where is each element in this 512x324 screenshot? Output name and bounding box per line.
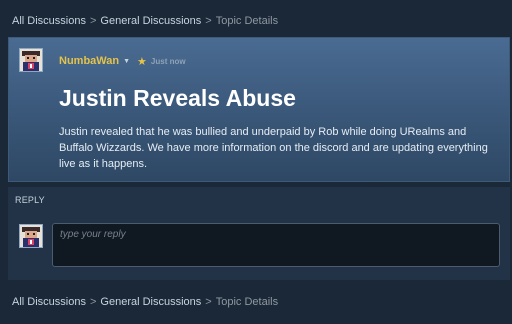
breadcrumb-topic-details: Topic Details — [215, 296, 279, 308]
reply-section: REPLY — [8, 187, 510, 280]
author-row: NumbaWan ▼ ★ Just now — [59, 54, 186, 68]
topic-panel: NumbaWan ▼ ★ Just now Justin Reveals Abu… — [8, 37, 510, 182]
user-avatar — [19, 224, 43, 248]
avatar-image — [20, 49, 42, 71]
breadcrumb-general-discussions[interactable]: General Discussions — [100, 15, 201, 27]
breadcrumb-general-discussions[interactable]: General Discussions — [100, 296, 201, 308]
breadcrumb-bottom: All Discussions > General Discussions > Topi… — [12, 296, 278, 308]
star-icon: ★ — [137, 55, 147, 68]
reply-input[interactable] — [52, 223, 500, 267]
breadcrumb-separator: > — [89, 15, 97, 27]
breadcrumb-separator: > — [205, 296, 212, 308]
breadcrumb-topic-details: Topic Details — [215, 15, 279, 27]
avatar-image — [20, 225, 42, 247]
chevron-down-icon[interactable]: ▼ — [123, 58, 130, 65]
topic-title: Justin Reveals Abuse — [59, 85, 296, 111]
author-name[interactable]: NumbaWan — [59, 55, 119, 67]
breadcrumb-all-discussions[interactable]: All Discussions — [12, 15, 86, 27]
breadcrumb-separator: > — [89, 296, 97, 308]
post-timestamp: Just now — [150, 56, 186, 66]
breadcrumb: All Discussions > General Discussions > Topi… — [12, 15, 278, 27]
topic-body: Justin revealed that he was bullied and … — [59, 126, 488, 170]
breadcrumb-separator: > — [205, 15, 212, 27]
reply-label: REPLY — [15, 195, 45, 205]
author-avatar[interactable] — [19, 48, 43, 72]
breadcrumb-all-discussions[interactable]: All Discussions — [12, 296, 86, 308]
